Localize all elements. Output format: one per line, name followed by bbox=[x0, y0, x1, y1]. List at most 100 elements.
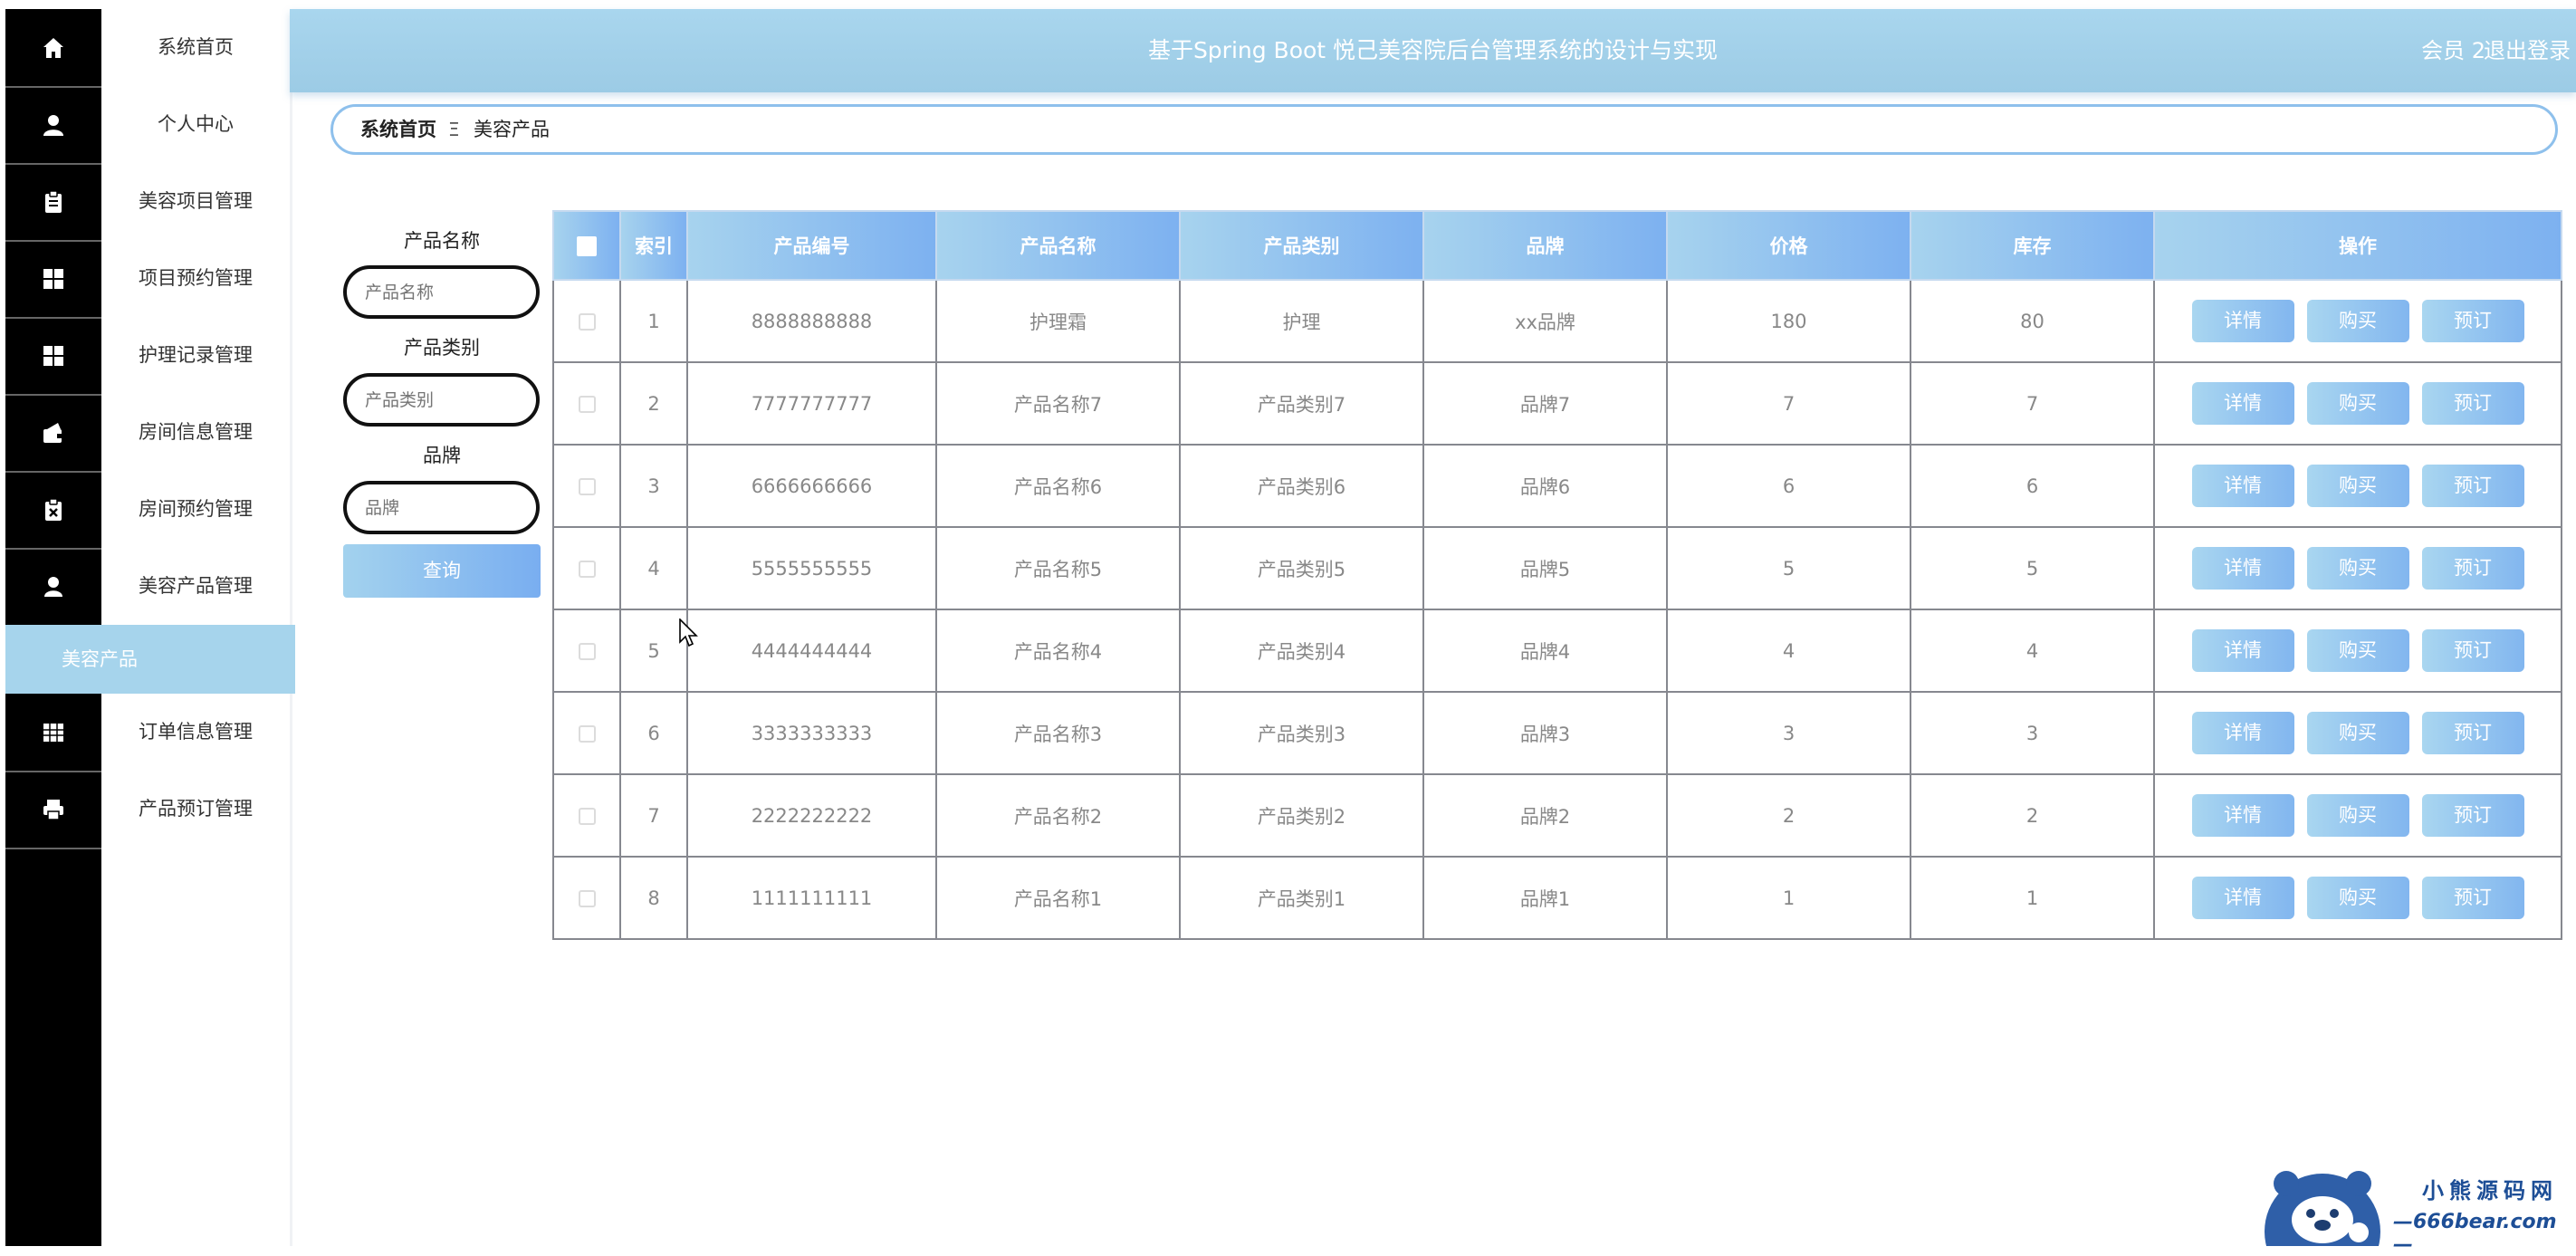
brand-input[interactable] bbox=[343, 481, 540, 534]
rail-item-10[interactable] bbox=[5, 771, 101, 849]
breadcrumb-home[interactable]: 系统首页 bbox=[360, 107, 436, 152]
cell-code: 3333333333 bbox=[686, 691, 937, 775]
cell-index: 3 bbox=[619, 444, 688, 528]
row-checkbox[interactable] bbox=[552, 279, 621, 363]
cell-brand: 品牌4 bbox=[1422, 609, 1668, 693]
cell-name: 产品名称3 bbox=[935, 691, 1181, 775]
row-checkbox[interactable] bbox=[552, 361, 621, 446]
cell-index: 1 bbox=[619, 279, 688, 363]
reserve-button[interactable]: 预订 bbox=[2421, 382, 2524, 425]
reserve-button[interactable]: 预订 bbox=[2421, 547, 2524, 590]
rail-item-4[interactable] bbox=[5, 317, 101, 396]
product-category-label: 产品类别 bbox=[404, 337, 480, 359]
breadcrumb: 系统首页 Ξ 美容产品 bbox=[330, 104, 2558, 155]
row-checkbox[interactable] bbox=[552, 856, 621, 940]
cell-brand: 品牌3 bbox=[1422, 691, 1668, 775]
reserve-button[interactable]: 预订 bbox=[2421, 877, 2524, 919]
table-row: 3 6666666666 产品名称6 产品类别6 品牌6 6 6 详情 购买 预订 bbox=[552, 444, 2562, 528]
cell-index: 5 bbox=[619, 609, 688, 693]
detail-button[interactable]: 详情 bbox=[2191, 465, 2294, 507]
cell-price: 2 bbox=[1666, 773, 1911, 858]
sidebar-item-5[interactable]: 房间信息管理 bbox=[101, 394, 290, 471]
row-checkbox[interactable] bbox=[552, 609, 621, 693]
query-button[interactable]: 查询 bbox=[343, 544, 541, 598]
cell-category: 产品类别1 bbox=[1179, 856, 1424, 940]
rail-item-5[interactable] bbox=[5, 394, 101, 473]
product-category-input[interactable] bbox=[343, 373, 540, 427]
buy-button[interactable]: 购买 bbox=[2306, 300, 2409, 342]
buy-button[interactable]: 购买 bbox=[2306, 712, 2409, 754]
reserve-button[interactable]: 预订 bbox=[2421, 712, 2524, 754]
sidebar-item-0[interactable]: 系统首页 bbox=[101, 9, 290, 86]
bear-logo-icon bbox=[2265, 1171, 2380, 1246]
reserve-button[interactable]: 预订 bbox=[2421, 794, 2524, 837]
cell-category: 产品类别4 bbox=[1179, 609, 1424, 693]
col-header-price: 价格 bbox=[1666, 210, 1911, 281]
detail-button[interactable]: 详情 bbox=[2191, 712, 2294, 754]
buy-button[interactable]: 购买 bbox=[2306, 382, 2409, 425]
table-body: 1 8888888888 护理霜 护理 xx品牌 180 80 详情 购买 预订 2 77777777… bbox=[552, 279, 2562, 940]
buy-button[interactable]: 购买 bbox=[2306, 547, 2409, 590]
sidebar-item-6[interactable]: 房间预约管理 bbox=[101, 471, 290, 548]
row-checkbox[interactable] bbox=[552, 526, 621, 610]
watermark-logo: 小熊源码网 —666bear.com— bbox=[2259, 1164, 2576, 1256]
col-header-index: 索引 bbox=[619, 210, 688, 281]
logout-link[interactable]: 退出登录 bbox=[2484, 9, 2571, 92]
cell-stock: 4 bbox=[1910, 609, 2155, 693]
cell-stock: 3 bbox=[1910, 691, 2155, 775]
rail-item-6[interactable] bbox=[5, 471, 101, 550]
col-header-stock: 库存 bbox=[1910, 210, 2155, 281]
select-all-checkbox[interactable] bbox=[552, 210, 621, 281]
cell-actions: 详情 购买 预订 bbox=[2153, 691, 2562, 775]
sidebar-item-7[interactable]: 美容产品管理 bbox=[101, 548, 290, 625]
cell-category: 产品类别7 bbox=[1179, 361, 1424, 446]
rail-item-9[interactable] bbox=[5, 694, 101, 772]
sidebar-item-3[interactable]: 项目预约管理 bbox=[101, 240, 290, 317]
sidebar-item-9[interactable]: 订单信息管理 bbox=[101, 694, 290, 771]
row-checkbox[interactable] bbox=[552, 691, 621, 775]
cell-name: 产品名称4 bbox=[935, 609, 1181, 693]
reserve-button[interactable]: 预订 bbox=[2421, 465, 2524, 507]
detail-button[interactable]: 详情 bbox=[2191, 300, 2294, 342]
rail-item-7[interactable] bbox=[5, 548, 101, 627]
rail-item-1[interactable] bbox=[5, 86, 101, 165]
table-header-row: 索引 产品编号 产品名称 产品类别 品牌 价格 库存 操作 bbox=[552, 210, 2562, 281]
cell-index: 4 bbox=[619, 526, 688, 610]
watermark-url: —666bear.com— bbox=[2393, 1211, 2557, 1256]
rail-item-2[interactable] bbox=[5, 163, 101, 242]
buy-button[interactable]: 购买 bbox=[2306, 465, 2409, 507]
cell-brand: 品牌1 bbox=[1422, 856, 1668, 940]
buy-button[interactable]: 购买 bbox=[2306, 877, 2409, 919]
row-checkbox[interactable] bbox=[552, 773, 621, 858]
detail-button[interactable]: 详情 bbox=[2191, 877, 2294, 919]
reserve-button[interactable]: 预订 bbox=[2421, 629, 2524, 672]
buy-button[interactable]: 购买 bbox=[2306, 629, 2409, 672]
reserve-button[interactable]: 预订 bbox=[2421, 300, 2524, 342]
buy-button[interactable]: 购买 bbox=[2306, 794, 2409, 837]
cell-code: 8888888888 bbox=[686, 279, 937, 363]
sidebar-item-2[interactable]: 美容项目管理 bbox=[101, 163, 290, 240]
detail-button[interactable]: 详情 bbox=[2191, 629, 2294, 672]
detail-button[interactable]: 详情 bbox=[2191, 794, 2294, 837]
sidebar-subitem-beauty-products[interactable]: 美容产品 bbox=[5, 625, 295, 694]
detail-button[interactable]: 详情 bbox=[2191, 382, 2294, 425]
sidebar-item-10[interactable]: 产品预订管理 bbox=[101, 771, 290, 848]
sidebar-item-4[interactable]: 护理记录管理 bbox=[101, 317, 290, 394]
sidebar-item-1[interactable]: 个人中心 bbox=[101, 86, 290, 163]
current-user[interactable]: 会员 2 bbox=[2421, 9, 2485, 92]
product-name-input[interactable] bbox=[343, 265, 540, 319]
cell-price: 4 bbox=[1666, 609, 1911, 693]
cell-code: 4444444444 bbox=[686, 609, 937, 693]
cell-brand: 品牌7 bbox=[1422, 361, 1668, 446]
brand-label: 品牌 bbox=[423, 445, 461, 466]
detail-button[interactable]: 详情 bbox=[2191, 547, 2294, 590]
cell-code: 2222222222 bbox=[686, 773, 937, 858]
rail-item-0[interactable] bbox=[5, 9, 101, 88]
cell-category: 产品类别5 bbox=[1179, 526, 1424, 610]
cell-actions: 详情 购买 预订 bbox=[2153, 526, 2562, 610]
rail-item-3[interactable] bbox=[5, 240, 101, 319]
cell-actions: 详情 购买 预订 bbox=[2153, 279, 2562, 363]
cell-name: 产品名称6 bbox=[935, 444, 1181, 528]
row-checkbox[interactable] bbox=[552, 444, 621, 528]
cell-code: 6666666666 bbox=[686, 444, 937, 528]
